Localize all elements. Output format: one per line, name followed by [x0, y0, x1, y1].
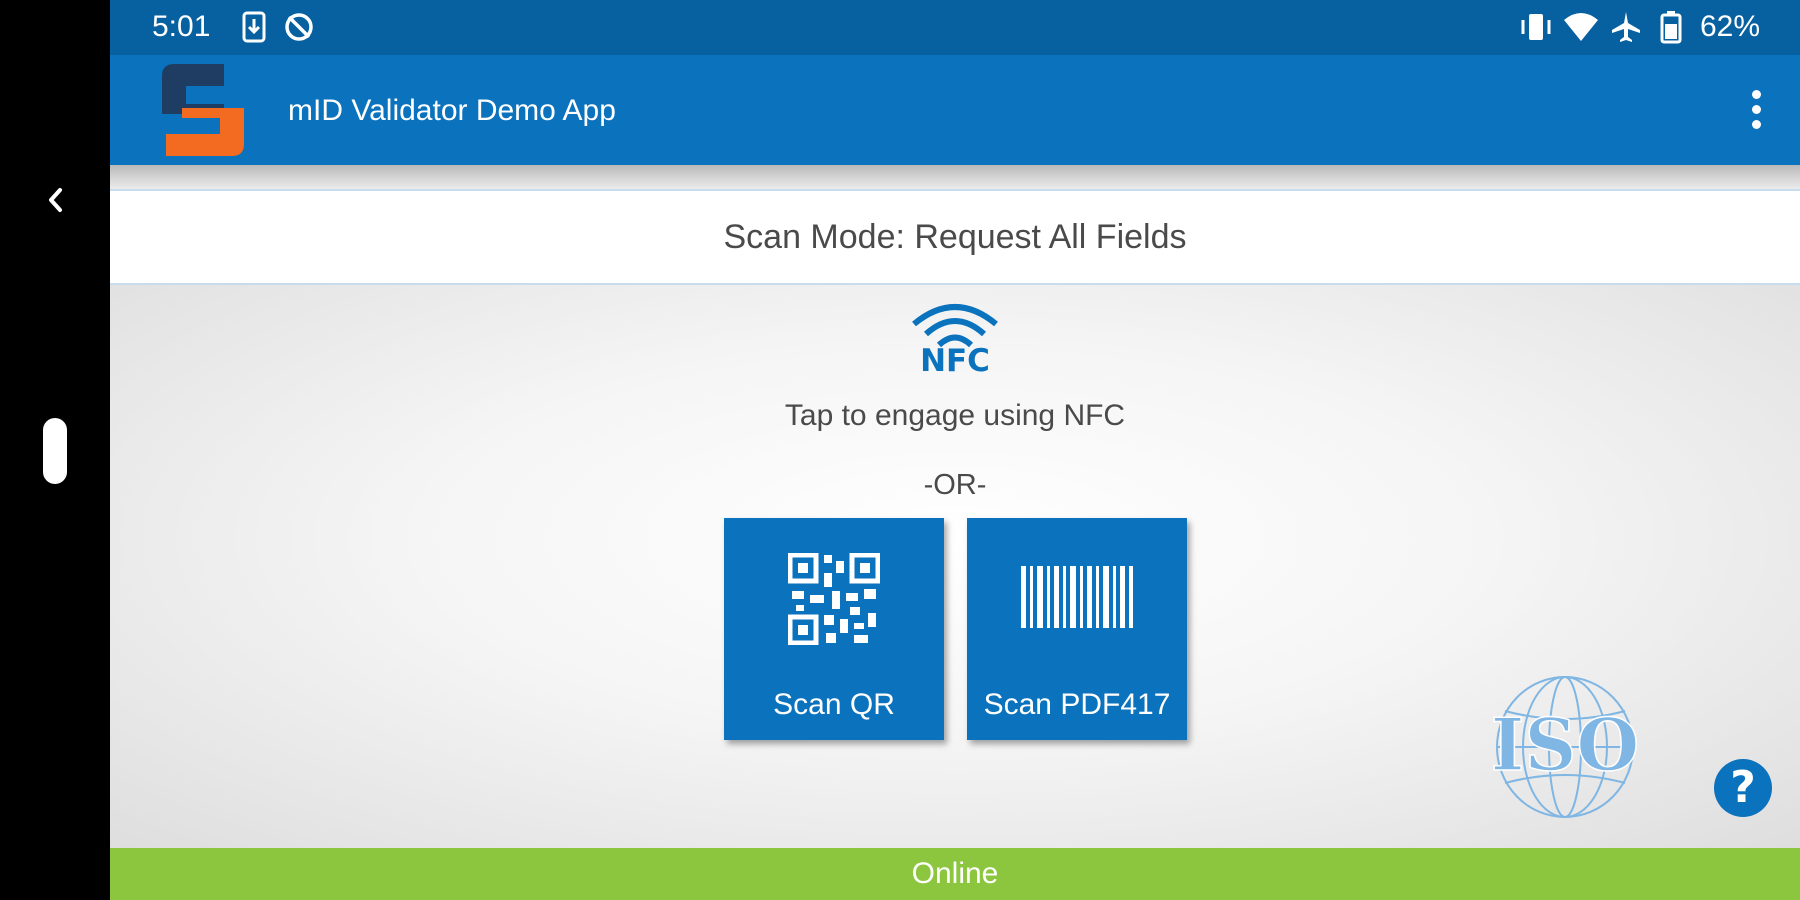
- status-bar: 5:01 62%: [110, 0, 1800, 55]
- scan-pdf417-button[interactable]: Scan PDF417: [967, 518, 1187, 740]
- or-separator: -OR-: [923, 469, 987, 501]
- sim-download-icon: [242, 10, 266, 48]
- toolbar-shadow: [110, 165, 1800, 189]
- scan-qr-label: Scan QR: [773, 688, 895, 721]
- app-bar: mID Validator Demo App: [110, 55, 1800, 165]
- scan-qr-button[interactable]: Scan QR: [724, 518, 944, 740]
- barcode-icon: [1021, 566, 1133, 632]
- battery-percent: 62%: [1699, 10, 1760, 43]
- scan-pdf417-label: Scan PDF417: [983, 688, 1171, 721]
- connection-status-bar: Online: [110, 848, 1800, 900]
- main-content: NFC Tap to engage using NFC -OR- Scan QR…: [110, 285, 1800, 848]
- app-logo-icon: [154, 58, 252, 162]
- iso-logo-text: ISO: [1491, 702, 1639, 787]
- nfc-caption: Tap to engage using NFC: [784, 399, 1126, 432]
- wifi-icon: [1562, 10, 1600, 48]
- more-vert-icon[interactable]: [1738, 85, 1774, 135]
- sync-off-icon: [282, 10, 316, 48]
- help-icon[interactable]: ?: [1714, 759, 1772, 817]
- app-title: mID Validator Demo App: [288, 94, 616, 127]
- status-time: 5:01: [152, 10, 211, 43]
- home-handle[interactable]: [43, 418, 67, 484]
- nfc-icon-label: NFC: [920, 343, 990, 379]
- connection-status-text: Online: [911, 857, 999, 890]
- back-icon[interactable]: [36, 180, 76, 220]
- vibrate-icon: [1518, 10, 1554, 48]
- qr-code-icon: [787, 552, 881, 649]
- scan-mode-text: Scan Mode: Request All Fields: [723, 218, 1187, 256]
- iso-logo: ISO: [1475, 675, 1655, 820]
- app-screen: 5:01 62% mID Validator Demo App Scan Mod…: [110, 0, 1800, 900]
- airplane-icon: [1610, 10, 1642, 48]
- system-nav-rail: [0, 0, 110, 900]
- battery-icon: [1660, 10, 1682, 48]
- scan-mode-banner: Scan Mode: Request All Fields: [110, 189, 1800, 285]
